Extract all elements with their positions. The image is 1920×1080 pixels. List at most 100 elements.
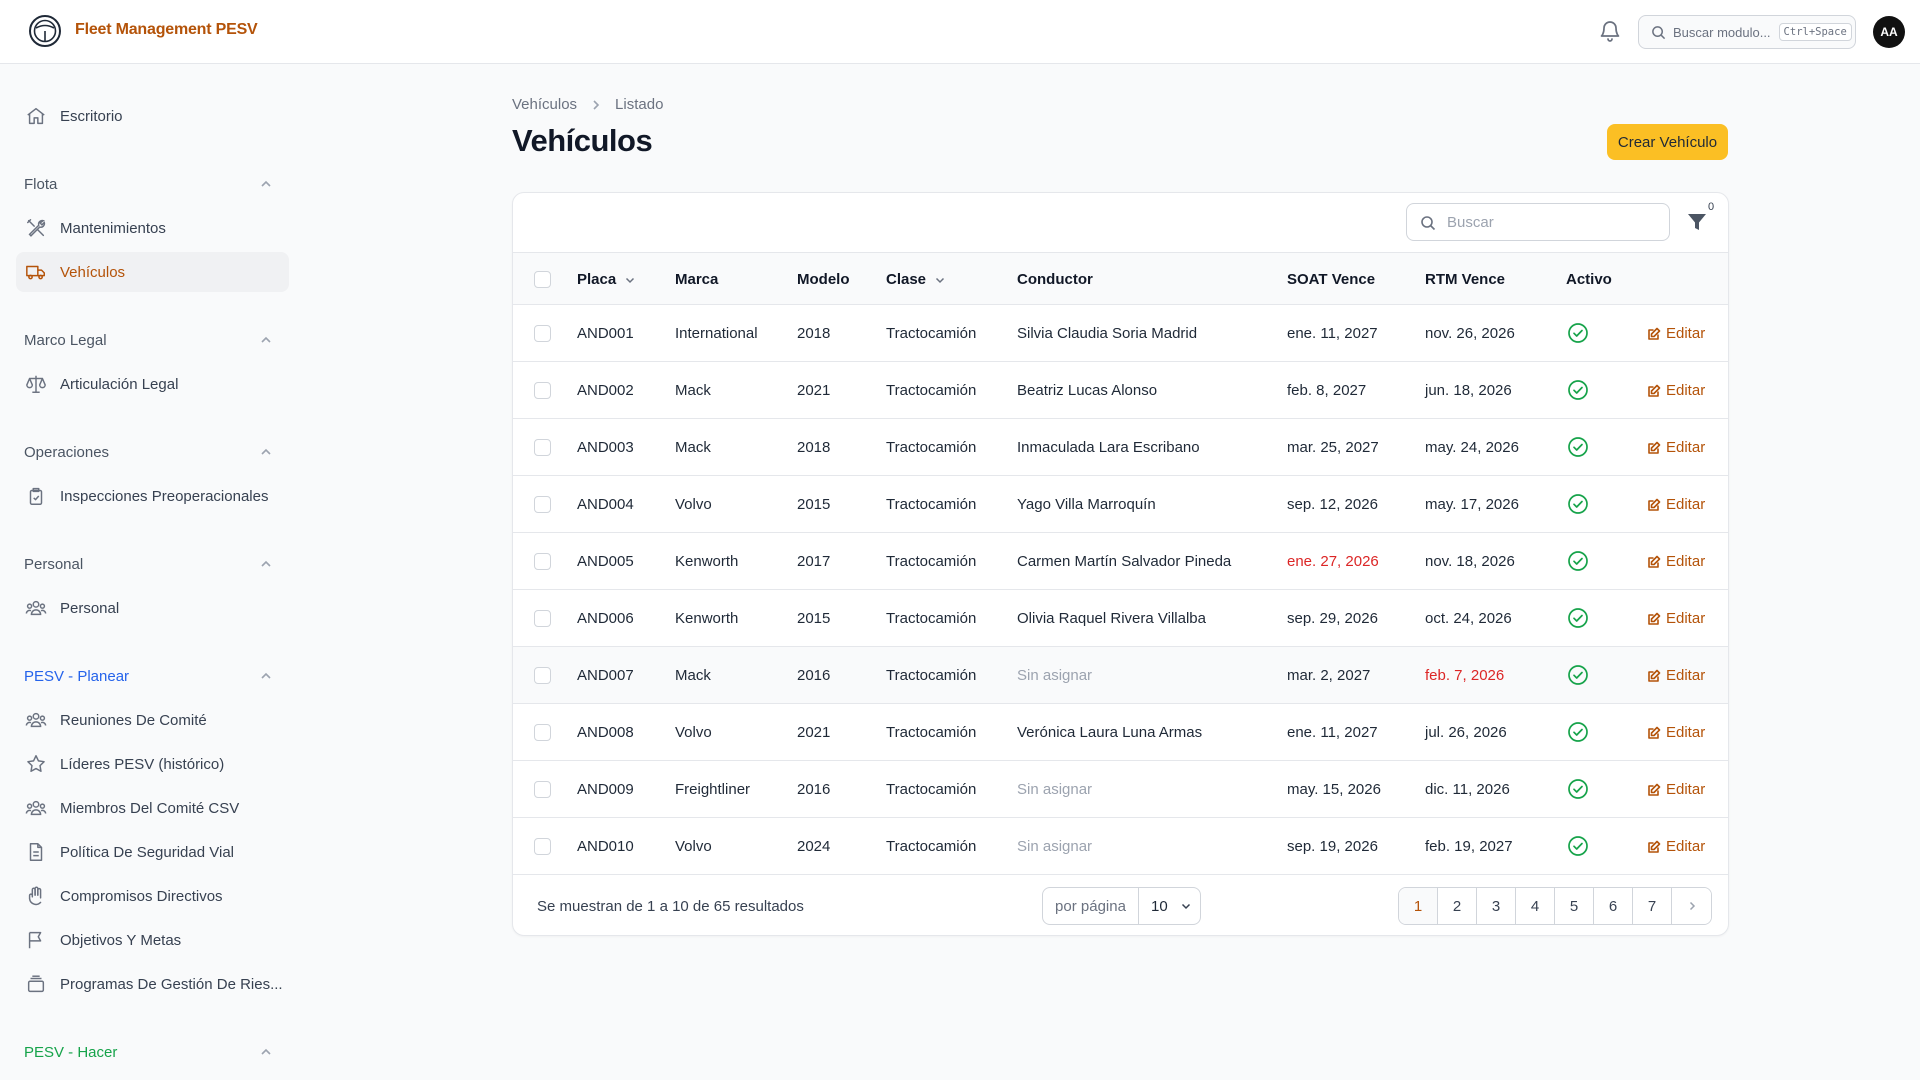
per-page-value[interactable]: 10 [1139, 888, 1200, 924]
sidebar-item-articulacion-legal[interactable]: Articulación Legal [16, 364, 289, 404]
column-header-label: Conductor [1017, 271, 1093, 288]
chevron-up-icon [261, 180, 271, 187]
table-row[interactable]: AND005 Kenworth 2017 Tractocamión Carmen Mar… [513, 533, 1728, 590]
chevron-up-icon [261, 672, 271, 679]
page-button-7[interactable]: 7 [1633, 888, 1672, 924]
table-row[interactable]: AND010 Volvo 2024 Tractocamión Sin asignar se… [513, 818, 1728, 875]
cell-clase: Tractocamión [886, 439, 977, 456]
column-header-modelo: Modelo [797, 271, 850, 288]
table-row[interactable]: AND008 Volvo 2021 Tractocamión Verónica Laur… [513, 704, 1728, 761]
global-search-input[interactable]: Buscar modulo... Ctrl+Space [1638, 15, 1856, 49]
cell-rtm: feb. 7, 2026 [1425, 667, 1505, 684]
sidebar-item-lideres[interactable]: Líderes PESV (histórico) [16, 744, 289, 784]
cell-soat: mar. 25, 2027 [1287, 439, 1379, 456]
check-circle-icon [1568, 779, 1588, 799]
bell-icon[interactable] [1598, 19, 1622, 43]
page-button-2[interactable]: 2 [1438, 888, 1477, 924]
table-row[interactable]: AND006 Kenworth 2015 Tractocamión Olivia Raq… [513, 590, 1728, 647]
row-checkbox[interactable] [534, 610, 551, 627]
avatar[interactable]: AA [1873, 16, 1905, 48]
sidebar-item-programas[interactable]: Programas De Gestión De Ries... [16, 964, 289, 1004]
sidebar-item-escritorio[interactable]: Escritorio [16, 96, 289, 136]
per-page-select[interactable]: por página 10 [1042, 887, 1201, 925]
sidebar-group-pesv-planear[interactable]: PESV - Planear [24, 664, 279, 688]
table-row[interactable]: AND004 Volvo 2015 Tractocamión Yago Villa Ma… [513, 476, 1728, 533]
check-circle-icon [1568, 494, 1588, 514]
table-row[interactable]: AND001 International 2018 Tractocamión Silvi… [513, 305, 1728, 362]
sidebar-group-label: Personal [24, 555, 84, 573]
cell-marca: Volvo [675, 724, 712, 741]
table-row[interactable]: AND003 Mack 2018 Tractocamión Inmaculada Lar… [513, 419, 1728, 476]
edit-label: Editar [1666, 325, 1706, 342]
cell-soat: sep. 19, 2026 [1287, 838, 1378, 855]
table-row[interactable]: AND002 Mack 2021 Tractocamión Beatriz Lucas … [513, 362, 1728, 419]
column-header-clase[interactable]: Clase [886, 271, 946, 288]
edit-button[interactable]: Editar [1647, 439, 1705, 456]
sidebar-group-operaciones[interactable]: Operaciones [24, 440, 279, 464]
edit-icon [1648, 726, 1661, 739]
sidebar-item-label: Miembros Del Comité CSV [60, 799, 240, 817]
cell-marca: Mack [675, 667, 711, 684]
chevron-up-icon [261, 1048, 271, 1055]
app-title[interactable]: Fleet Management PESV [75, 21, 258, 39]
edit-button[interactable]: Editar [1647, 496, 1705, 513]
edit-button[interactable]: Editar [1647, 781, 1705, 798]
sidebar-item-mantenimientos[interactable]: Mantenimientos [16, 208, 289, 248]
sidebar-group-personal[interactable]: Personal [24, 552, 279, 576]
page-button-6[interactable]: 6 [1594, 888, 1633, 924]
row-checkbox[interactable] [534, 553, 551, 570]
edit-button[interactable]: Editar [1647, 325, 1705, 342]
edit-button[interactable]: Editar [1647, 724, 1705, 741]
sidebar-item-compromisos[interactable]: Compromisos Directivos [16, 876, 289, 916]
sidebar-item-personal[interactable]: Personal [16, 588, 289, 628]
breadcrumb-item-vehiculos[interactable]: Vehículos [512, 96, 577, 113]
page-button-4[interactable]: 4 [1516, 888, 1555, 924]
sidebar-group-pesv-hacer[interactable]: PESV - Hacer [24, 1040, 279, 1064]
sidebar-group-flota[interactable]: Flota [24, 172, 279, 196]
cell-rtm: jun. 18, 2026 [1425, 382, 1512, 399]
sidebar-item-reuniones[interactable]: Reuniones De Comité [16, 700, 289, 740]
row-checkbox[interactable] [534, 724, 551, 741]
create-vehicle-button[interactable]: Crear Vehículo [1607, 124, 1728, 160]
logo-icon[interactable] [28, 14, 62, 48]
page-button-5[interactable]: 5 [1555, 888, 1594, 924]
sidebar-item-vehiculos[interactable]: Vehículos [16, 252, 289, 292]
truck-icon [26, 265, 45, 280]
sidebar-item-politica[interactable]: Política De Seguridad Vial [16, 832, 289, 872]
sidebar-item-objetivos[interactable]: Objetivos Y Metas [16, 920, 289, 960]
row-checkbox[interactable] [534, 325, 551, 342]
edit-button[interactable]: Editar [1647, 382, 1705, 399]
row-checkbox[interactable] [534, 838, 551, 855]
sidebar-item-inspecciones[interactable]: Inspecciones Preoperacionales [16, 476, 289, 516]
cell-marca: Freightliner [675, 781, 751, 798]
edit-icon [1648, 783, 1661, 796]
cell-placa: AND001 [577, 325, 634, 342]
row-checkbox[interactable] [534, 439, 551, 456]
page-button-3[interactable]: 3 [1477, 888, 1516, 924]
sidebar-item-miembros[interactable]: Miembros Del Comité CSV [16, 788, 289, 828]
pagination: 1234567 [1398, 887, 1712, 925]
next-page-button[interactable] [1672, 888, 1711, 924]
filter-icon[interactable] [1686, 211, 1708, 233]
edit-button[interactable]: Editar [1647, 838, 1705, 855]
column-header-placa[interactable]: Placa [577, 271, 636, 288]
cell-modelo: 2016 [797, 781, 831, 798]
row-checkbox[interactable] [534, 667, 551, 684]
edit-icon [1648, 384, 1661, 397]
cell-marca: Kenworth [675, 553, 739, 570]
table-row[interactable]: AND007 Mack 2016 Tractocamión Sin asignar mar… [513, 647, 1728, 704]
edit-button[interactable]: Editar [1647, 553, 1705, 570]
edit-button[interactable]: Editar [1647, 667, 1705, 684]
row-checkbox[interactable] [534, 496, 551, 513]
page-button-1[interactable]: 1 [1399, 888, 1438, 924]
column-header-label: Clase [886, 271, 927, 288]
row-checkbox[interactable] [534, 781, 551, 798]
column-header-soat: SOAT Vence [1287, 271, 1375, 288]
select-all-checkbox[interactable] [534, 271, 551, 288]
table-search-input[interactable]: Buscar [1406, 203, 1670, 241]
table-row[interactable]: AND009 Freightliner 2016 Tractocamión Sin as… [513, 761, 1728, 818]
edit-button[interactable]: Editar [1647, 610, 1705, 627]
cell-rtm: nov. 18, 2026 [1425, 553, 1515, 570]
sidebar-group-marco-legal[interactable]: Marco Legal [24, 328, 279, 352]
row-checkbox[interactable] [534, 382, 551, 399]
